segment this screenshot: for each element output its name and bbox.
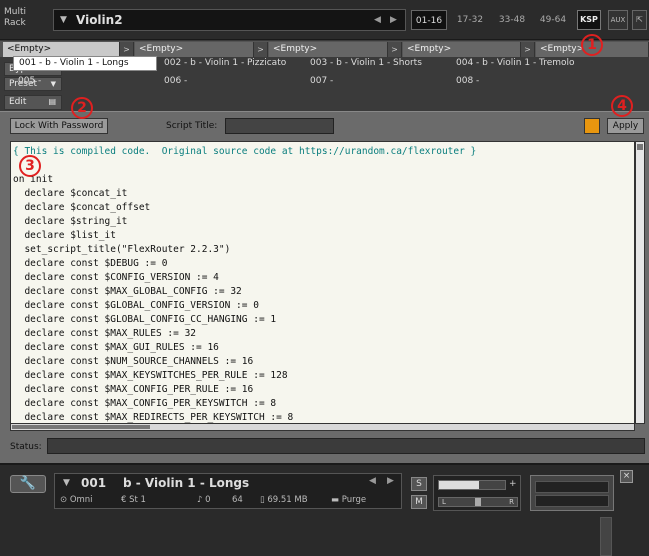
code-body: on init declare $concat_it declare $conc…	[13, 174, 294, 423]
script-slot-4[interactable]: <Empty>	[403, 42, 521, 57]
meter-bar-right	[535, 495, 609, 507]
solo-button[interactable]: S	[411, 477, 427, 491]
instrument-name: Violin2	[76, 13, 123, 27]
script-slot-tabs: <Empty> > <Empty> > <Empty> > <Empty> > …	[0, 41, 649, 57]
max-voices[interactable]: 64	[232, 494, 243, 507]
prev-arrow-icon[interactable]: ◀	[369, 476, 376, 486]
collapse-icon[interactable]: ⇱	[632, 10, 647, 30]
script-slot-2[interactable]: <Empty>	[135, 42, 254, 57]
slot-arrow-icon[interactable]: >	[521, 42, 535, 57]
color-swatch[interactable]	[584, 118, 600, 134]
lock-with-password-button[interactable]: Lock With Password	[10, 118, 108, 134]
scroll-thumb[interactable]	[637, 144, 643, 150]
list-item[interactable]: 006 -	[159, 74, 303, 89]
annotation-marker-4: 4	[611, 95, 633, 117]
slot-arrow-icon[interactable]: >	[254, 42, 268, 57]
prev-arrow-icon[interactable]: ◀	[374, 15, 381, 25]
edit-button[interactable]: Edit ▤	[4, 95, 62, 110]
instrument-strip: 🔧 ▼ 001 b - Violin 1 - Longs ◀ ▶ ⊙ Omni …	[0, 463, 649, 556]
dropdown-icon[interactable]: ▼	[60, 15, 67, 25]
slot-arrow-icon[interactable]: >	[120, 42, 134, 57]
range-tab-1[interactable]: 01-16	[411, 10, 447, 30]
dropdown-icon[interactable]: ▼	[63, 478, 70, 488]
pan-left-label: L	[442, 498, 446, 506]
voices-count: ♪ 0	[197, 495, 211, 505]
purge-button[interactable]: ▬ Purge	[331, 494, 366, 507]
horizontal-scrollbar[interactable]	[10, 423, 635, 431]
instrument-header[interactable]: ▼ 001 b - Violin 1 - Longs ◀ ▶ ⊙ Omni € …	[54, 473, 402, 509]
volume-slider[interactable]	[438, 480, 506, 490]
scroll-thumb[interactable]	[12, 425, 150, 429]
next-arrow-icon[interactable]: ▶	[387, 476, 394, 486]
list-item[interactable]: 003 - b - Violin 1 - Shorts	[305, 56, 449, 71]
annotation-marker-2: 2	[71, 97, 93, 119]
instrument-selector[interactable]: ▼ Violin2 ◀ ▶	[53, 9, 406, 31]
pan-slider[interactable]: L R	[438, 497, 518, 507]
edit-label: Edit	[9, 97, 27, 107]
script-title-input[interactable]	[225, 118, 334, 134]
list-item[interactable]: 001 - b - Violin 1 - Longs	[13, 56, 157, 71]
code-comment: { This is compiled code. Original source…	[13, 146, 477, 157]
list-scrollbar[interactable]	[600, 517, 612, 556]
close-icon[interactable]: ×	[620, 470, 633, 483]
volume-fill	[439, 481, 479, 489]
range-tab-2[interactable]: 17-32	[452, 10, 488, 30]
annotation-marker-1: 1	[581, 34, 603, 56]
list-item[interactable]: 004 - b - Violin 1 - Tremolo	[451, 56, 595, 71]
aux-button[interactable]: AUX	[608, 10, 628, 30]
script-title-label: Script Title:	[166, 121, 218, 131]
ksp-button[interactable]: KSP	[577, 10, 601, 30]
script-slot-3[interactable]: <Empty>	[269, 42, 388, 57]
next-arrow-icon[interactable]: ▶	[390, 15, 397, 25]
plus-icon[interactable]: +	[509, 478, 517, 490]
script-editor-panel: Lock With Password Script Title: Apply {…	[0, 111, 649, 463]
status-label: Status:	[10, 442, 42, 452]
vertical-scrollbar[interactable]	[635, 141, 645, 424]
app-title: Multi Rack	[4, 7, 26, 28]
mute-button[interactable]: M	[411, 495, 427, 509]
instrument-number: 001	[81, 476, 107, 490]
code-text: { This is compiled code. Original source…	[13, 145, 477, 423]
slot-arrow-icon[interactable]: >	[388, 42, 402, 57]
output-select[interactable]: ⊙ Omni	[60, 494, 93, 507]
pan-right-label: R	[509, 498, 514, 506]
script-slot-1[interactable]: <Empty>	[3, 42, 120, 57]
list-item[interactable]: 005 -	[13, 74, 157, 89]
level-meter	[530, 475, 614, 511]
status-field	[47, 438, 645, 454]
instrument-name: b - Violin 1 - Longs	[123, 476, 250, 490]
edit-icon: ▤	[48, 97, 56, 106]
list-item[interactable]: 002 - b - Violin 1 - Pizzicato	[159, 56, 303, 71]
memory-usage: ▯ 69.51 MB	[260, 495, 308, 505]
volume-pan-controls: + L R	[433, 475, 521, 511]
apply-button[interactable]: Apply	[607, 118, 644, 134]
multi-rack-header: Multi Rack ▼ Violin2 ◀ ▶ 01-16 17-32 33-…	[0, 0, 649, 40]
wrench-icon[interactable]: 🔧	[10, 475, 46, 493]
range-tab-3[interactable]: 33-48	[494, 10, 530, 30]
annotation-marker-3: 3	[19, 155, 41, 177]
list-item[interactable]: 008 -	[451, 74, 595, 89]
code-editor[interactable]: { This is compiled code. Original source…	[10, 141, 635, 424]
pan-handle[interactable]	[475, 498, 481, 506]
range-tab-4[interactable]: 49-64	[535, 10, 571, 30]
midi-channel-select[interactable]: € St 1	[121, 494, 146, 507]
meter-bar-left	[535, 481, 609, 493]
list-item[interactable]: 007 -	[305, 74, 449, 89]
